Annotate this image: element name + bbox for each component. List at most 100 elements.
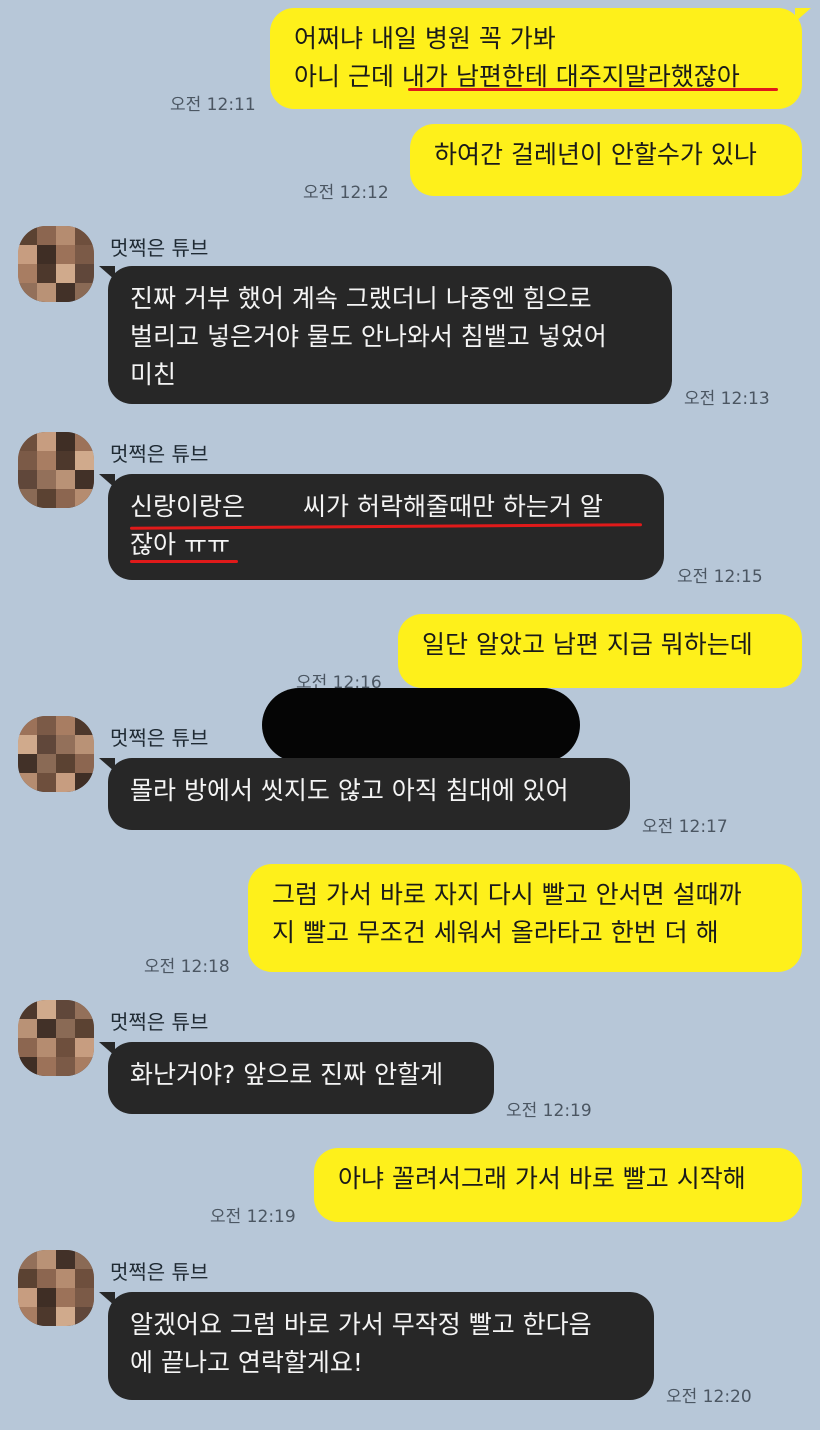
avatar-pixel — [75, 1269, 94, 1288]
avatar-pixel — [37, 754, 56, 773]
contact-name: 멋쩍은 튜브 — [110, 442, 209, 466]
message-line: 일단 알았고 남편 지금 뭐하는데 — [422, 630, 753, 659]
avatar-pixel — [18, 773, 37, 792]
timestamp: 오전 12:19 — [210, 1207, 296, 1227]
message-line: 아냐 꼴려서그래 가서 바로 빨고 시작해 — [338, 1164, 746, 1193]
avatar-pixel — [75, 1019, 94, 1038]
incoming-message: 몰라 방에서 씻지도 않고 아직 침대에 있어 — [99, 758, 630, 830]
avatar-pixel — [75, 470, 94, 489]
avatar-pixel — [37, 1269, 56, 1288]
avatar-pixel — [37, 470, 56, 489]
avatar-pixel — [56, 1038, 75, 1057]
outgoing-message: 하여간 걸레년이 안할수가 있나 — [410, 124, 802, 196]
avatar-pixel — [56, 451, 75, 470]
contact-avatar[interactable] — [18, 716, 94, 792]
avatar-pixel — [75, 754, 94, 773]
avatar-pixel — [18, 283, 37, 302]
avatar-pixel — [18, 1038, 37, 1057]
avatar-pixel — [18, 1307, 37, 1326]
timestamp: 오전 12:12 — [303, 183, 389, 203]
avatar-pixel — [75, 1057, 94, 1076]
avatar-pixel — [56, 1250, 75, 1269]
avatar-pixel — [56, 432, 75, 451]
avatar-pixel — [18, 1288, 37, 1307]
avatar-pixel — [56, 716, 75, 735]
avatar-pixel — [18, 489, 37, 508]
avatar-pixel — [75, 226, 94, 245]
avatar-pixel — [18, 754, 37, 773]
avatar-pixel — [37, 283, 56, 302]
avatar-pixel — [18, 226, 37, 245]
avatar-pixel — [18, 1250, 37, 1269]
timestamp: 오전 12:20 — [666, 1387, 752, 1407]
avatar-pixel — [37, 264, 56, 283]
avatar-pixel — [56, 264, 75, 283]
contact-avatar[interactable] — [18, 226, 94, 302]
avatar-pixel — [56, 1288, 75, 1307]
timestamp: 오전 12:19 — [506, 1101, 592, 1121]
avatar-pixel — [18, 1269, 37, 1288]
avatar-pixel — [75, 1000, 94, 1019]
contact-avatar[interactable] — [18, 1250, 94, 1326]
incoming-message: 화난거야? 앞으로 진짜 안할게 — [99, 1042, 494, 1114]
avatar-pixel — [75, 489, 94, 508]
avatar-pixel — [56, 226, 75, 245]
message-line: 그럼 가서 바로 자지 다시 빨고 안서면 설때까 — [272, 880, 742, 909]
message-line: 에 끝나고 연락할게요! — [130, 1348, 363, 1377]
contact-avatar[interactable] — [18, 1000, 94, 1076]
contact-name: 멋쩍은 튜브 — [110, 1010, 209, 1034]
avatar-pixel — [18, 716, 37, 735]
avatar-pixel — [75, 1250, 94, 1269]
avatar-pixel — [56, 1307, 75, 1326]
avatar-pixel — [37, 1307, 56, 1326]
avatar-pixel — [75, 1288, 94, 1307]
avatar-pixel — [75, 245, 94, 264]
incoming-message: 진짜 거부 했어 계속 그랬더니 나중엔 힘으로 벌리고 넣은거야 물도 안나와… — [99, 266, 672, 404]
avatar-pixel — [18, 264, 37, 283]
avatar-pixel — [37, 1250, 56, 1269]
avatar-pixel — [37, 1000, 56, 1019]
timestamp: 오전 12:18 — [144, 957, 230, 977]
avatar-pixel — [37, 716, 56, 735]
message-line: 신랑이랑은 씨가 허락해줄때만 하는거 알 — [130, 488, 640, 526]
message-line: 미친 — [130, 360, 177, 389]
avatar-pixel — [56, 283, 75, 302]
incoming-message: 알겠어요 그럼 바로 가서 무작정 빨고 한다음 에 끝나고 연락할게요! — [99, 1292, 654, 1400]
avatar-pixel — [56, 1057, 75, 1076]
avatar-pixel — [37, 1038, 56, 1057]
outgoing-message: 그럼 가서 바로 자지 다시 빨고 안서면 설때까 지 빨고 무조건 세워서 올… — [248, 864, 802, 972]
timestamp: 오전 12:13 — [684, 389, 770, 409]
contact-avatar[interactable] — [18, 432, 94, 508]
avatar-pixel — [18, 470, 37, 489]
avatar-pixel — [18, 1000, 37, 1019]
avatar-pixel — [56, 1000, 75, 1019]
avatar-pixel — [37, 451, 56, 470]
avatar-pixel — [75, 773, 94, 792]
avatar-pixel — [56, 754, 75, 773]
avatar-pixel — [37, 1288, 56, 1307]
message-line: 화난거야? 앞으로 진짜 안할게 — [130, 1060, 444, 1089]
timestamp: 오전 12:17 — [642, 817, 728, 837]
avatar-pixel — [18, 451, 37, 470]
contact-name: 멋쩍은 튜브 — [110, 726, 209, 750]
avatar-pixel — [56, 1019, 75, 1038]
avatar-pixel — [56, 489, 75, 508]
avatar-pixel — [56, 245, 75, 264]
message-line: 벌리고 넣은거야 물도 안나와서 침뱉고 넣었어 — [130, 322, 607, 351]
message-line: 알겠어요 그럼 바로 가서 무작정 빨고 한다음 — [130, 1310, 592, 1339]
message-fragment: 신랑이랑은 — [130, 492, 246, 521]
avatar-pixel — [75, 264, 94, 283]
contact-name: 멋쩍은 튜브 — [110, 1260, 209, 1284]
message-line: 어쩌냐 내일 병원 꼭 가봐 — [294, 24, 556, 53]
avatar-pixel — [56, 470, 75, 489]
outgoing-message: 어쩌냐 내일 병원 꼭 가봐 아니 근데 내가 남편한테 대주지말라했잖아 — [270, 8, 811, 109]
avatar-pixel — [18, 735, 37, 754]
avatar-pixel — [37, 432, 56, 451]
avatar-pixel — [56, 1269, 75, 1288]
message-fragment: 씨가 허락해줄때만 하는거 알 — [303, 492, 603, 521]
avatar-pixel — [37, 1057, 56, 1076]
avatar-pixel — [37, 226, 56, 245]
outgoing-message: 아냐 꼴려서그래 가서 바로 빨고 시작해 — [314, 1148, 802, 1222]
avatar-pixel — [56, 773, 75, 792]
timestamp: 오전 12:11 — [170, 95, 256, 115]
